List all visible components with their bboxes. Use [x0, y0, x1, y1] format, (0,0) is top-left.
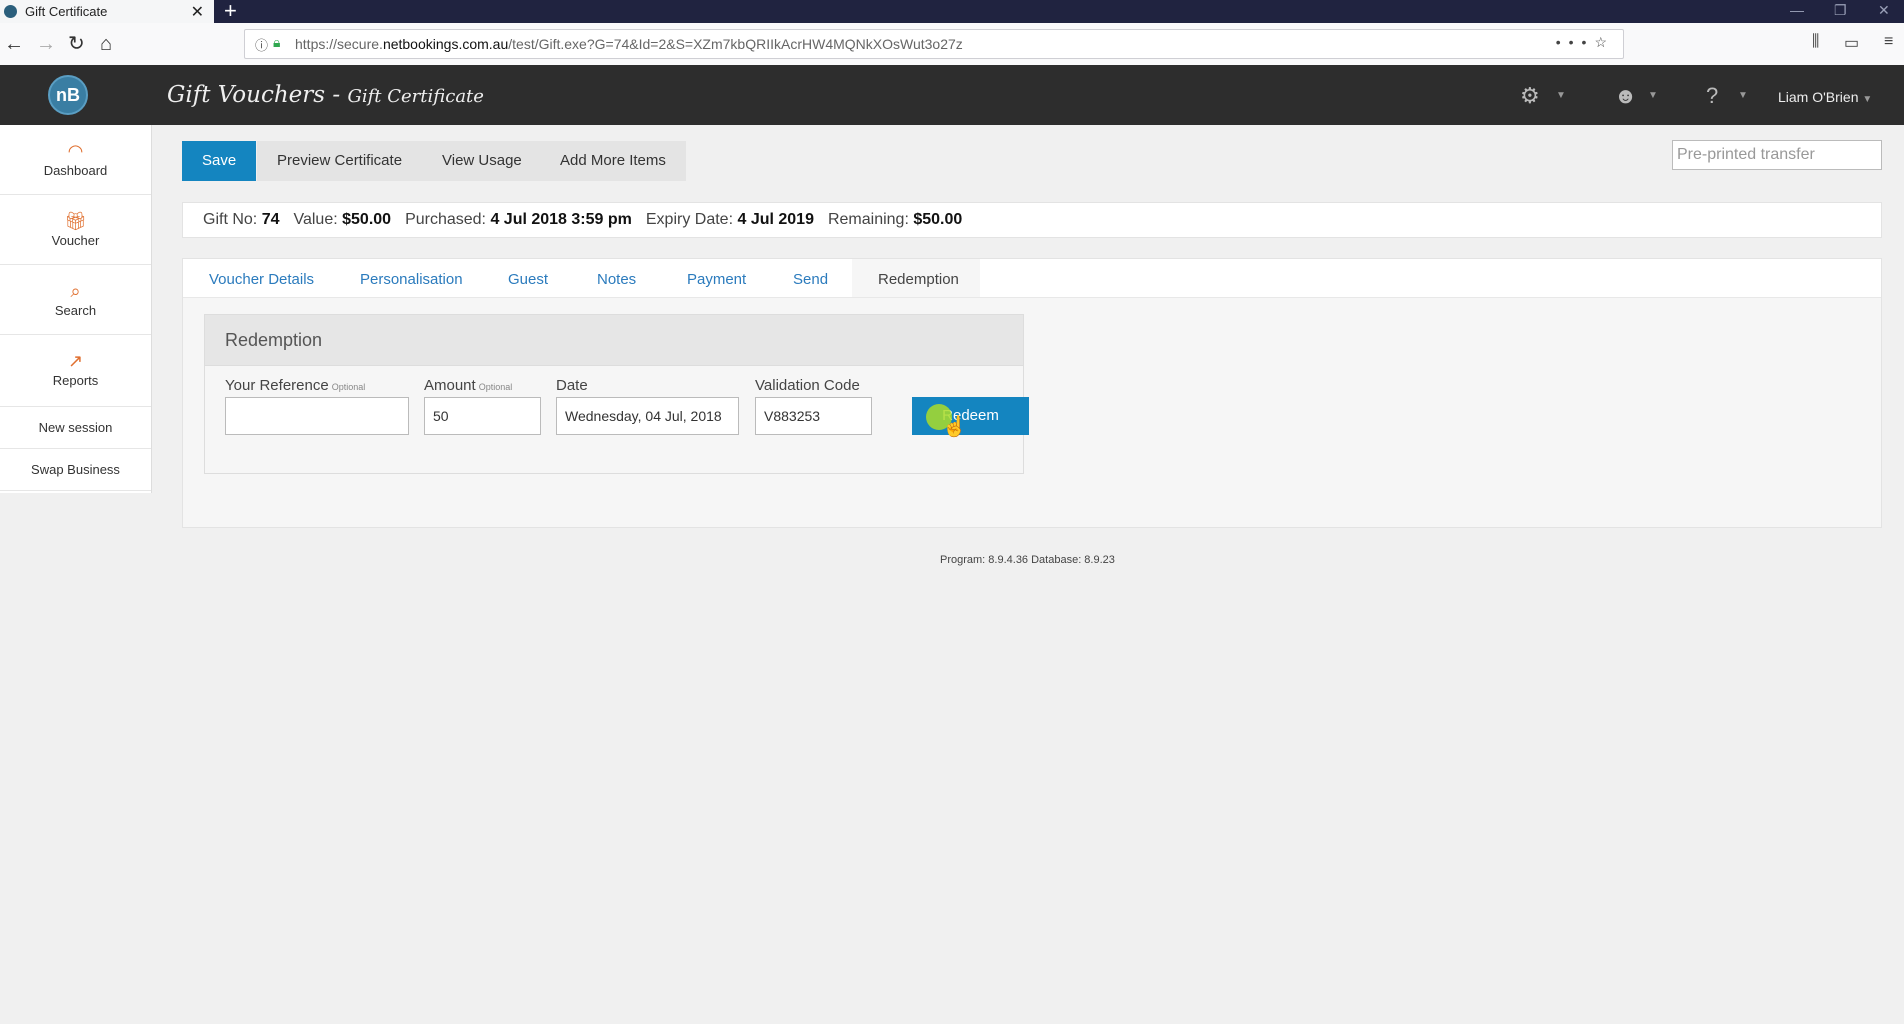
library-icon[interactable]: ⫼ — [1812, 33, 1819, 51]
sidebar-item-swap-business[interactable]: Swap Business — [0, 449, 151, 491]
app-logo[interactable]: nB — [48, 75, 88, 115]
chevron-down-icon[interactable]: ▼ — [1556, 90, 1566, 101]
gift-info-bar: Gift No: 74 Value: $50.00 Purchased: 4 J… — [182, 202, 1882, 238]
gift-number: 74 — [261, 211, 280, 228]
reference-label: Your Reference Optional — [225, 377, 366, 394]
view-usage-button[interactable]: View Usage — [422, 141, 542, 181]
url-text: https://secure.netbookings.com.au/test/G… — [295, 36, 963, 52]
chevron-down-icon: ▼ — [1862, 94, 1873, 105]
app-header: nB Gift Vouchers - Gift Certificate ⚙ ▼ … — [0, 65, 1904, 125]
chevron-down-icon[interactable]: ▼ — [1738, 90, 1748, 101]
reload-icon[interactable]: ↻ — [68, 32, 85, 56]
tab-close-icon[interactable]: ✕ — [191, 2, 204, 22]
window-close-icon[interactable]: ✕ — [1878, 2, 1890, 19]
user-menu[interactable]: Liam O'Brien ▼ — [1778, 89, 1872, 105]
tab-send[interactable]: Send — [793, 271, 828, 288]
sidebar-item-voucher[interactable]: 🎁︎ Voucher — [0, 195, 151, 265]
chevron-down-icon[interactable]: ▼ — [1648, 90, 1658, 101]
gift-icon: 🎁︎ — [64, 211, 87, 231]
tab-notes[interactable]: Notes — [597, 271, 636, 288]
validation-code-input[interactable] — [755, 397, 872, 435]
redemption-box: Redemption Your Reference Optional Amount… — [204, 314, 1029, 474]
user-support-icon[interactable]: ☻ — [1614, 83, 1637, 109]
hand-cursor-icon: ☝ — [942, 416, 967, 438]
version-info: Program: 8.9.4.36 Database: 8.9.23 — [940, 554, 1115, 566]
lock-icon: 🔒︎ — [273, 34, 281, 50]
preprinted-transfer-input[interactable] — [1672, 140, 1882, 170]
reference-input[interactable] — [225, 397, 409, 435]
chart-icon: ↗ — [67, 351, 84, 371]
tab-redemption[interactable]: Redemption — [878, 271, 959, 288]
sidebar: ◠ Dashboard 🎁︎ Voucher ⌕ Search ↗ Report… — [0, 125, 152, 493]
amount-input[interactable] — [424, 397, 541, 435]
search-icon: ⌕ — [70, 281, 81, 301]
dashboard-icon: ◠ — [67, 141, 84, 161]
gift-value: $50.00 — [342, 211, 392, 228]
tab-title: Gift Certificate — [25, 4, 108, 19]
tab-voucher-details[interactable]: Voucher Details — [209, 271, 314, 288]
home-icon[interactable]: ⌂ — [100, 32, 112, 56]
validation-code-label: Validation Code — [755, 377, 860, 394]
tab-panel: Voucher Details Personalisation Guest No… — [182, 258, 1882, 528]
tab-bar: Voucher Details Personalisation Guest No… — [183, 259, 1881, 298]
tab-guest[interactable]: Guest — [508, 271, 548, 288]
purchased-date: 4 Jul 2018 3:59 pm — [490, 211, 632, 228]
amount-label: Amount Optional — [424, 377, 513, 394]
sidebar-item-dashboard[interactable]: ◠ Dashboard — [0, 125, 151, 195]
browser-navbar: ← → ↻ ⌂ ⓘ 🔒︎ https://secure.netbookings.… — [0, 23, 1904, 66]
add-more-items-button[interactable]: Add More Items — [540, 141, 686, 181]
save-button[interactable]: Save — [182, 141, 257, 181]
expiry-date: 4 Jul 2019 — [737, 211, 814, 228]
sidebar-item-new-session[interactable]: New session — [0, 407, 151, 449]
remaining-value: $50.00 — [913, 211, 963, 228]
date-input[interactable] — [556, 397, 739, 435]
tab-personalisation[interactable]: Personalisation — [360, 271, 463, 288]
settings-gear-icon[interactable]: ⚙ — [1520, 83, 1540, 109]
browser-tab[interactable]: Gift Certificate ✕ — [0, 0, 214, 23]
sidebar-item-search[interactable]: ⌕ Search — [0, 265, 151, 335]
forward-icon[interactable]: → — [36, 32, 56, 56]
new-tab-button[interactable]: + — [224, 0, 237, 24]
info-icon[interactable]: ⓘ — [255, 35, 268, 54]
restore-icon[interactable]: ❐ — [1834, 2, 1847, 19]
page-subtitle: Gift Certificate — [347, 86, 484, 107]
menu-icon[interactable]: ≡ — [1884, 33, 1893, 51]
sidebar-toggle-icon[interactable]: ▭ — [1844, 33, 1859, 53]
minimize-icon[interactable]: — — [1790, 2, 1804, 18]
favicon-icon — [4, 5, 17, 18]
page-actions-icon[interactable]: •••☆ — [1556, 34, 1615, 51]
sidebar-item-reports[interactable]: ↗ Reports — [0, 335, 151, 407]
url-bar[interactable]: ⓘ 🔒︎ https://secure.netbookings.com.au/t… — [244, 29, 1624, 59]
date-label: Date — [556, 377, 588, 394]
help-icon[interactable]: ? — [1706, 83, 1718, 109]
page-title: Gift Vouchers - Gift Certificate — [167, 82, 484, 108]
redemption-heading: Redemption — [205, 315, 1023, 366]
browser-tabstrip: Gift Certificate ✕ + — ❐ ✕ — [0, 0, 1904, 23]
tab-payment[interactable]: Payment — [687, 271, 746, 288]
back-icon[interactable]: ← — [4, 32, 24, 56]
preview-certificate-button[interactable]: Preview Certificate — [257, 141, 423, 181]
